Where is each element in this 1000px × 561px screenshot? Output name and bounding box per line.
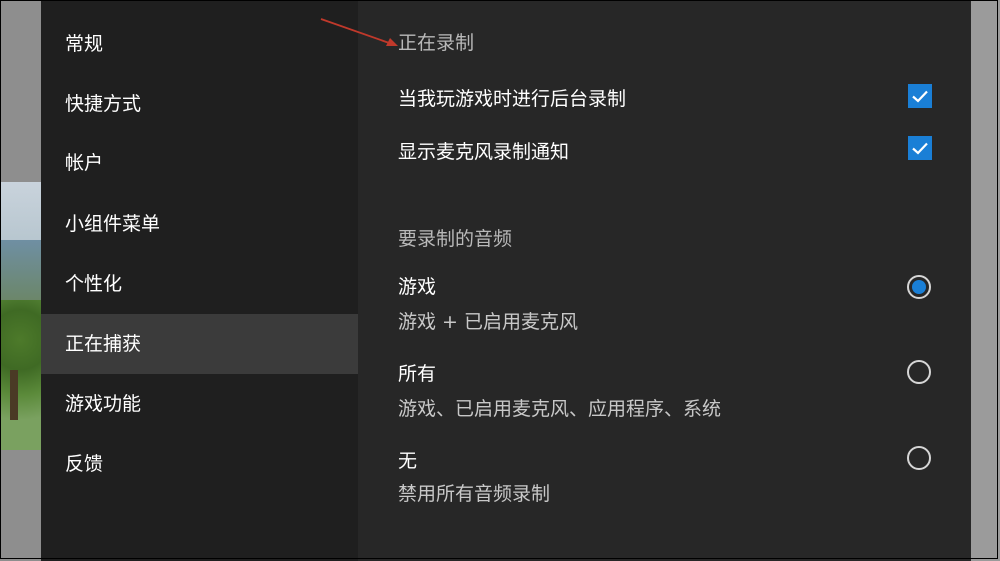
sidebar-item-widget-menu[interactable]: 小组件菜单: [41, 194, 358, 254]
sidebar-item-capturing[interactable]: 正在捕获: [41, 314, 358, 374]
background-sky: [0, 182, 41, 242]
audio-option-all-title: 所有: [398, 363, 437, 385]
settings-content: 正在录制 当我玩游戏时进行后台录制 显示麦克风录制通知 要录制的音频 游戏 游戏…: [358, 0, 971, 561]
checkmark-icon: [912, 142, 928, 155]
mic-notification-label: 显示麦克风录制通知: [398, 141, 570, 163]
audio-option-all-subtitle: 游戏、已启用麦克风、应用程序、系统: [398, 398, 722, 420]
sidebar-item-label: 快捷方式: [65, 93, 142, 115]
background-scenery: [0, 0, 41, 561]
audio-option-game-subtitle: 游戏 + 已启用麦克风: [398, 311, 578, 333]
sidebar-item-label: 正在捕获: [65, 333, 142, 355]
sidebar-item-general[interactable]: 常规: [41, 14, 358, 74]
audio-option-none-radio[interactable]: [907, 446, 931, 470]
checkmark-icon: [912, 90, 928, 103]
audio-option-none-subtitle: 禁用所有音频录制: [398, 483, 551, 505]
annotation-arrow-icon: [320, 18, 398, 46]
radio-selected-dot: [912, 280, 926, 294]
sidebar-item-gaming-features[interactable]: 游戏功能: [41, 374, 358, 434]
audio-section-title: 要录制的音频: [398, 228, 513, 250]
sidebar-item-label: 常规: [65, 33, 104, 55]
background-tree: [0, 300, 41, 450]
audio-option-none-title: 无: [398, 450, 418, 472]
background-tree-trunk: [10, 370, 18, 420]
sidebar-item-label: 反馈: [65, 453, 104, 475]
audio-option-game-radio[interactable]: [907, 275, 931, 299]
sidebar-item-personalization[interactable]: 个性化: [41, 254, 358, 314]
mic-notification-checkbox[interactable]: [908, 136, 932, 160]
background-recording-label: 当我玩游戏时进行后台录制: [398, 88, 627, 110]
sidebar-item-account[interactable]: 帐户: [41, 133, 358, 193]
sidebar-item-shortcuts[interactable]: 快捷方式: [41, 74, 358, 134]
audio-option-all-radio[interactable]: [907, 360, 931, 384]
background-right-edge: [971, 0, 1000, 561]
sidebar-item-label: 帐户: [65, 152, 104, 174]
audio-option-game-title: 游戏: [398, 276, 437, 298]
sidebar-item-label: 游戏功能: [65, 393, 142, 415]
sidebar-item-label: 个性化: [65, 273, 123, 295]
sidebar-item-feedback[interactable]: 反馈: [41, 434, 358, 494]
recording-section-title: 正在录制: [398, 32, 475, 54]
settings-sidebar: 常规 快捷方式 帐户 小组件菜单 个性化 正在捕获 游戏功能 反馈: [41, 0, 358, 561]
sidebar-item-label: 小组件菜单: [65, 213, 161, 235]
background-recording-checkbox[interactable]: [908, 84, 932, 108]
